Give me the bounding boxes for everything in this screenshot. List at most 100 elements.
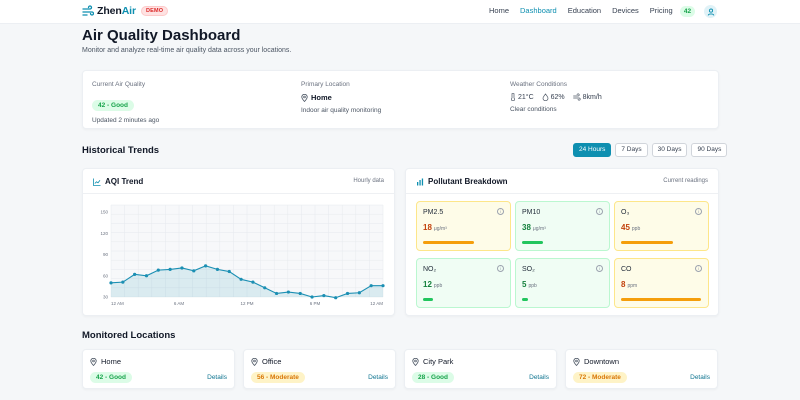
pollutant-level-bar [621,298,702,301]
nav-link-education[interactable]: Education [568,6,601,15]
weather-conditions: Weather Conditions 21°C 62% 8km/h Clear … [510,81,610,113]
info-icon[interactable]: i [695,265,702,272]
page-title: Air Quality Dashboard [82,27,241,44]
aqi-data-point [133,272,137,276]
pollutant-tile[interactable]: NO₂ i 12 ppb [416,258,511,308]
aqi-trend-header: AQI Trend Hourly data [83,169,394,194]
info-icon[interactable]: i [596,265,603,272]
info-icon[interactable]: i [695,208,702,215]
pollutant-value: 18 μg/m³ [423,223,447,232]
nav-link-pricing[interactable]: Pricing [650,6,673,15]
aqi-data-point [239,277,243,281]
pollutant-tile[interactable]: CO i 8 ppm [614,258,709,308]
primary-location: Primary Location Home Indoor air quality… [301,81,381,114]
droplet-icon [542,93,548,101]
nav-aqi-badge[interactable]: 42 [680,6,695,17]
weather-desc: Clear conditions [510,106,557,113]
y-tick-label: 150 [100,210,108,215]
aqi-data-point [369,284,373,288]
pollutant-name: O₃ [621,209,630,216]
top-nav: ZhenAir DEMO Home Dashboard Education De… [0,0,800,24]
details-link[interactable]: Details [529,374,549,381]
location-aqi-badge: 72 - Moderate [573,372,627,383]
pollutant-tile[interactable]: PM2.5 i 18 μg/m³ [416,201,511,251]
pollutant-level-bar [423,241,475,244]
info-icon[interactable]: i [596,208,603,215]
aqi-data-point [192,269,196,273]
aqi-trend-svg: 30 60 90 120 150 12 AM 6 AM 12 PM 6 PM 12 AM [100,204,385,306]
details-link[interactable]: Details [690,374,710,381]
map-pin-icon [573,357,580,366]
updated-time: Updated 2 minutes ago [92,117,160,124]
pollutant-level-track [621,298,702,301]
pollutant-level-track [423,298,504,301]
pollutant-unit: ppb [528,283,537,289]
pollutant-tile[interactable]: SO₂ i 5 ppb [515,258,610,308]
user-icon [707,8,714,16]
user-menu-button[interactable] [704,5,717,18]
primary-location-name: Home [311,93,332,102]
y-tick-label: 60 [103,273,109,278]
location-card[interactable]: Office 56 - Moderate Details [243,349,396,389]
thermometer-icon [511,93,515,101]
aqi-trend-meta: Hourly data [353,178,384,184]
wind-icon [572,93,581,101]
nav-link-home[interactable]: Home [489,6,509,15]
historical-trends-title: Historical Trends [82,145,160,156]
pollutant-value: 38 μg/m³ [522,223,546,232]
map-pin-icon [301,93,308,102]
weather-label: Weather Conditions [510,81,567,88]
pollutant-level-track [423,241,504,244]
pollutant-unit: ppm [627,283,638,289]
location-card[interactable]: City Park 28 - Good Details [404,349,557,389]
pollutant-tile[interactable]: O₃ i 45 ppb [614,201,709,251]
location-aqi-badge: 28 - Good [412,372,454,383]
x-tick-label: 6 AM [174,301,185,306]
nav-link-devices[interactable]: Devices [612,6,639,15]
range-30-days-button[interactable]: 30 Days [651,143,688,157]
range-90-days-button[interactable]: 90 Days [691,143,728,157]
location-card[interactable]: Downtown 72 - Moderate Details [565,349,718,389]
aqi-data-point [310,295,314,299]
pollutant-level-track [522,241,603,244]
nav-link-dashboard[interactable]: Dashboard [520,6,557,15]
aqi-data-point [251,280,255,284]
pollutant-name: CO [621,266,632,273]
x-tick-label: 6 PM [310,301,321,306]
location-name: Home [90,357,121,366]
pollutant-value: 12 ppb [423,280,443,289]
map-pin-icon [90,357,97,366]
pollutant-header: Pollutant Breakdown Current readings [406,169,718,194]
pollutant-name: PM10 [522,209,541,216]
aqi-data-point [215,267,220,271]
pollutant-level-bar [621,241,673,244]
details-link[interactable]: Details [207,374,227,381]
primary-location-label: Primary Location [301,81,350,88]
aqi-data-point [156,268,160,272]
aqi-data-point [334,296,338,300]
brand-name: ZhenAir [97,5,136,17]
pollutant-name: SO₂ [522,266,535,273]
details-link[interactable]: Details [368,374,388,381]
info-icon[interactable]: i [497,208,504,215]
aqi-data-point [144,274,149,278]
pollutant-unit: ppb [631,226,641,232]
aqi-trend-chart: 30 60 90 120 150 12 AM 6 AM 12 PM 6 PM 12 AM [93,201,386,311]
x-tick-label: 12 AM [111,301,124,306]
aqi-data-point [298,291,302,296]
aqi-data-point [180,266,184,270]
pollutant-value: 5 ppb [522,280,537,289]
brand[interactable]: ZhenAir DEMO [82,5,169,17]
pollutant-level-track [621,241,702,244]
info-icon[interactable]: i [497,265,504,272]
summary-card: Current Air Quality 42 - Good Updated 2 … [82,70,719,129]
demo-badge: DEMO [140,6,169,16]
pollutant-unit: μg/m³ [433,226,447,232]
aqi-data-point [109,281,113,285]
range-24-hours-button[interactable]: 24 Hours [573,143,612,157]
pollutant-tile[interactable]: PM10 i 38 μg/m³ [515,201,610,251]
range-7-days-button[interactable]: 7 Days [615,143,648,157]
line-chart-icon [93,178,101,186]
current-aqi-badge: 42 - Good [92,100,134,111]
location-card[interactable]: Home 42 - Good Details [82,349,235,389]
